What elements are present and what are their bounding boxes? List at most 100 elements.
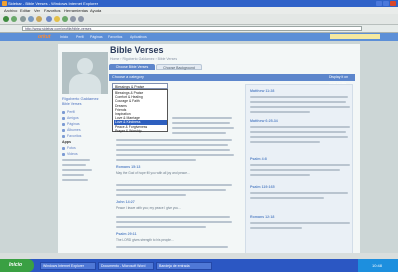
site-header: orkut Inicio Perfil Páginas Favoritos Ap… <box>0 33 398 41</box>
text-line <box>250 192 348 194</box>
home-icon[interactable] <box>36 16 42 22</box>
profile-name[interactable]: Rigoberto Galdamez <box>62 96 99 101</box>
menu-bar: Archivo Editar Ver Favoritos Herramienta… <box>0 7 398 14</box>
browser-logo-icon <box>2 1 7 6</box>
text-line <box>250 136 348 138</box>
clock[interactable]: 10:48 <box>372 259 382 272</box>
forward-icon[interactable] <box>11 16 17 22</box>
sidebar-link-placeholder[interactable] <box>62 164 86 166</box>
dropdown-option[interactable]: Prayer & Worship <box>114 129 167 133</box>
text-line <box>116 144 228 146</box>
tab-choose-bible-verses[interactable]: Choose Bible Verses <box>109 64 155 70</box>
avatar[interactable] <box>62 52 108 94</box>
taskbar-item[interactable]: Windows Internet Explorer <box>40 262 96 270</box>
address-input[interactable]: http://www.sidebar.com/profile/bible-ver… <box>22 26 362 31</box>
minimize-button[interactable] <box>376 1 382 6</box>
menu-ayuda[interactable]: Ayuda <box>90 7 101 14</box>
history-icon[interactable] <box>62 16 68 22</box>
text-line <box>116 221 232 223</box>
menu-archivo[interactable]: Archivo <box>4 7 17 14</box>
text-line <box>250 141 320 143</box>
sidebar-link-placeholder[interactable] <box>62 174 84 176</box>
start-label: Inicio <box>9 262 23 268</box>
text-line <box>116 159 196 161</box>
sidebar-section-apps: Apps <box>62 140 71 144</box>
sidebar-link-placeholder[interactable] <box>62 169 92 171</box>
sidebar-item-amigos[interactable]: Amigos <box>67 116 79 120</box>
tab-choose-background[interactable]: Choose Background <box>156 64 202 70</box>
system-tray: 10:48 <box>358 259 398 272</box>
text-line <box>172 132 226 134</box>
sidebar-item-videos[interactable]: Videos <box>67 152 78 156</box>
profile-subtitle: Bible Verses <box>62 102 82 106</box>
profile-link-icon <box>62 111 65 114</box>
favorites-icon[interactable] <box>54 16 60 22</box>
text-line <box>172 122 230 124</box>
text-line <box>116 184 232 186</box>
window-titlebar: Sidebar - Bible Verses - Windows Interne… <box>0 0 398 7</box>
site-search-input[interactable] <box>330 34 380 39</box>
choose-category-label: Choose a category <box>112 75 144 79</box>
verse-ref: Matthew 11:28 <box>250 89 275 93</box>
sidebar-link-placeholder[interactable] <box>62 179 88 181</box>
maximize-button[interactable] <box>383 1 389 6</box>
friends-icon <box>62 117 65 120</box>
text-line <box>116 154 234 156</box>
text-line <box>172 117 232 119</box>
star-icon <box>62 135 65 138</box>
search-icon[interactable] <box>46 16 52 22</box>
nav-favoritos[interactable]: Favoritos <box>108 33 122 41</box>
category-dropdown-list: Blessings & Praise Comfort & Healing Cou… <box>112 89 168 133</box>
video-icon <box>62 153 65 156</box>
verse-text: Peace I leave with you; my peace I give … <box>116 206 181 210</box>
window-title: Sidebar - Bible Verses - Windows Interne… <box>8 1 99 6</box>
text-line <box>116 194 186 196</box>
text-line <box>250 164 350 166</box>
stop-icon[interactable] <box>20 16 26 22</box>
text-line <box>250 131 346 133</box>
menu-favoritos[interactable]: Favoritos <box>44 7 60 14</box>
verse-ref: Psalm 119:165 <box>250 185 275 189</box>
taskbar-item[interactable]: Bandeja de entrada <box>156 262 212 270</box>
section-header: Choose a category Display it on your pro… <box>109 74 355 86</box>
breadcrumb[interactable]: Home › Rigoberto Galdamez › Bible Verses <box>110 57 177 61</box>
sidebar-item-paginas[interactable]: Páginas <box>67 122 80 126</box>
albums-icon <box>62 129 65 132</box>
taskbar-item[interactable]: Documento - Microsoft Word <box>98 262 154 270</box>
page-title: Bible Verses <box>110 45 164 55</box>
text-line <box>250 111 310 113</box>
sidebar-item-favoritos[interactable]: Favoritos <box>67 134 81 138</box>
menu-herramientas[interactable]: Herramientas <box>64 7 88 14</box>
sidebar-link-placeholder[interactable] <box>62 159 90 161</box>
verse-ref: Matthew 6:25-34 <box>250 119 278 123</box>
text-line <box>250 106 350 108</box>
close-button[interactable] <box>390 1 396 6</box>
verse-ref: Psalm 29:11 <box>116 232 137 236</box>
text-line <box>250 174 310 176</box>
text-line <box>250 197 324 199</box>
back-icon[interactable] <box>3 16 9 22</box>
menu-ver[interactable]: Ver <box>34 7 40 14</box>
verse-text: The LORD gives strength to his people... <box>116 238 174 242</box>
site-logo[interactable]: orkut <box>38 34 51 40</box>
mail-icon[interactable] <box>70 16 76 22</box>
sidebar-item-fotos[interactable]: Fotos <box>67 146 76 150</box>
nav-perfil[interactable]: Perfil <box>76 33 84 41</box>
menu-editar[interactable]: Editar <box>20 7 30 14</box>
text-line <box>116 149 230 151</box>
nav-aplicativos[interactable]: Aplicativos <box>130 33 147 41</box>
print-icon[interactable] <box>78 16 84 22</box>
text-line <box>250 96 348 98</box>
nav-paginas[interactable]: Páginas <box>90 33 103 41</box>
start-button[interactable]: Inicio <box>0 259 34 272</box>
sidebar-item-albumes[interactable]: Álbumes <box>67 128 81 132</box>
text-line <box>250 101 346 103</box>
address-bar: http://www.sidebar.com/profile/bible-ver… <box>0 25 398 33</box>
refresh-icon[interactable] <box>28 16 34 22</box>
nav-inicio[interactable]: Inicio <box>60 33 68 41</box>
sidebar-item-perfil[interactable]: Perfil <box>67 110 75 114</box>
avatar-body-shape <box>69 74 101 94</box>
verse-ref: Romans 12:18 <box>250 215 275 219</box>
text-line <box>172 127 234 129</box>
browser-toolbar <box>0 14 398 25</box>
